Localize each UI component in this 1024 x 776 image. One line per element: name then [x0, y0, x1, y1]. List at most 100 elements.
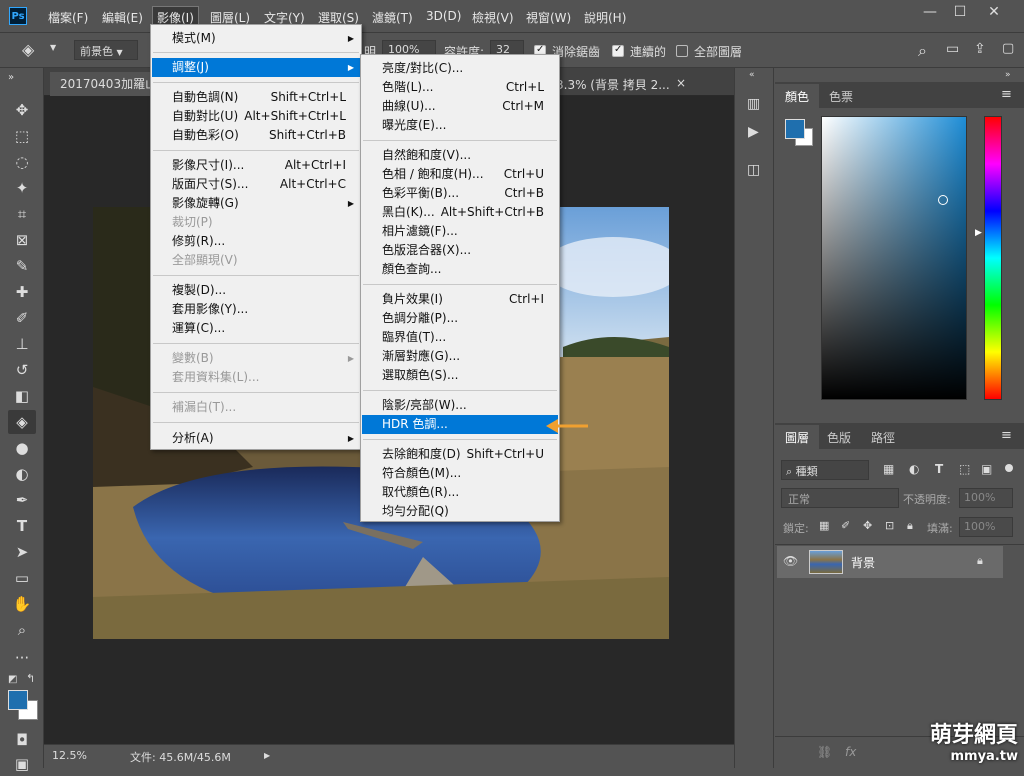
crop-tool-icon[interactable]: ⌗ — [8, 202, 36, 226]
collapse-icon[interactable]: » — [1005, 70, 1011, 80]
zoom-level[interactable]: 12.5% — [52, 749, 87, 762]
menu-item-channel-mixer[interactable]: 色版混合器(X)... — [362, 241, 558, 260]
menu-3d[interactable]: 3D(D) — [422, 7, 465, 25]
actions-panel-icon[interactable]: ▶ — [748, 124, 759, 140]
lock-image-icon[interactable]: ✐ — [841, 519, 850, 532]
layer-kind-filter[interactable]: ⌕ 種類 — [781, 460, 869, 480]
menu-item-color-balance[interactable]: 色彩平衡(B)... Ctrl+B — [362, 184, 558, 203]
menu-item-gradient-map[interactable]: 漸層對應(G)... — [362, 347, 558, 366]
history-panel-icon[interactable]: ▥ — [747, 96, 760, 112]
menu-item-apply-image[interactable]: 套用影像(Y)... — [152, 300, 360, 319]
menu-item-posterize[interactable]: 色調分離(P)... — [362, 309, 558, 328]
brush-tool-icon[interactable]: ✐ — [8, 306, 36, 330]
frame-tool-icon[interactable]: ⊠ — [8, 228, 36, 252]
menu-item-photo-filter[interactable]: 相片濾鏡(F)... — [362, 222, 558, 241]
menu-filter[interactable]: 濾鏡(T) — [368, 7, 417, 28]
healing-brush-icon[interactable]: ✚ — [8, 280, 36, 304]
more-tools-icon[interactable]: ··· — [8, 646, 36, 670]
menu-item-color-lookup[interactable]: 顏色查詢... — [362, 260, 558, 279]
menu-window[interactable]: 視窗(W) — [522, 7, 575, 28]
path-select-icon[interactable]: ➤ — [8, 540, 36, 564]
menu-item-analysis[interactable]: 分析(A) ▶ — [152, 429, 360, 448]
marquee-tool-icon[interactable]: ⬚ — [8, 124, 36, 148]
magic-wand-icon[interactable]: ✦ — [8, 176, 36, 200]
layer-name[interactable]: 背景 — [851, 554, 875, 571]
history-brush-icon[interactable]: ↺ — [8, 358, 36, 382]
layer-row-background[interactable]: 👁︎ 背景 🔒︎ — [777, 546, 1003, 578]
blur-tool-icon[interactable]: ● — [8, 436, 36, 460]
menu-item-threshold[interactable]: 臨界值(T)... — [362, 328, 558, 347]
menu-item-exposure[interactable]: 曝光度(E)... — [362, 116, 558, 135]
restore-button[interactable]: ☐ — [948, 3, 972, 21]
all-layers-checkbox[interactable] — [676, 45, 688, 57]
stamp-tool-icon[interactable]: ⊥ — [8, 332, 36, 356]
panel-menu-icon[interactable]: ≡ — [1001, 428, 1012, 443]
menu-item-invert[interactable]: 負片效果(I) Ctrl+I — [362, 290, 558, 309]
swap-colors-icon[interactable]: ↰ — [26, 672, 35, 685]
menu-edit[interactable]: 編輯(E) — [98, 7, 147, 28]
fill-input[interactable]: 100% — [959, 517, 1013, 537]
menu-item-trim[interactable]: 修剪(R)... — [152, 232, 360, 251]
status-arrow-icon[interactable]: ▶ — [264, 751, 270, 760]
paint-bucket-tool-icon[interactable]: ◈ — [8, 410, 36, 434]
menu-item-desaturate[interactable]: 去除飽和度(D) Shift+Ctrl+U — [362, 445, 558, 464]
tab-swatches[interactable]: 色票 — [819, 84, 863, 109]
pixel-filter-icon[interactable]: ▦ — [883, 462, 894, 476]
visibility-eye-icon[interactable]: 👁︎ — [783, 554, 798, 568]
menu-item-equalize[interactable]: 均勻分配(Q) — [362, 502, 558, 521]
lock-all-icon[interactable]: 🔒︎ — [907, 519, 913, 533]
collapse-icon[interactable]: « — [749, 70, 755, 80]
filter-toggle[interactable] — [1005, 464, 1013, 472]
adjustment-filter-icon[interactable]: ◐ — [909, 462, 919, 476]
minimize-button[interactable]: — — [918, 3, 942, 21]
lock-position-icon[interactable]: ✥ — [863, 519, 872, 532]
lock-artboard-icon[interactable]: ⊡ — [885, 519, 894, 532]
menu-item-shadows-highlights[interactable]: 陰影/亮部(W)... — [362, 396, 558, 415]
menu-item-hdr-toning[interactable]: HDR 色調... — [362, 415, 558, 434]
menu-item-canvas-size[interactable]: 版面尺寸(S)... Alt+Ctrl+C — [152, 175, 360, 194]
lasso-tool-icon[interactable]: ◌ — [8, 150, 36, 174]
lock-transparent-icon[interactable]: ▦ — [819, 519, 829, 532]
menu-item-selective-color[interactable]: 選取顏色(S)... — [362, 366, 558, 385]
dodge-tool-icon[interactable]: ◐ — [8, 462, 36, 486]
link-layers-icon[interactable]: ⛓︎ — [817, 745, 832, 759]
workspace-icon[interactable]: ▭ — [946, 41, 959, 57]
menu-item-levels[interactable]: 色階(L)... Ctrl+L — [362, 78, 558, 97]
menu-item-auto-tone[interactable]: 自動色調(N) Shift+Ctrl+L — [152, 88, 360, 107]
zoom-tool-icon[interactable]: ⌕ — [8, 618, 36, 642]
menu-item-auto-color[interactable]: 自動色彩(O) Shift+Ctrl+B — [152, 126, 360, 145]
blend-mode-select[interactable]: 正常 — [781, 488, 899, 508]
default-colors-icon[interactable]: ◩ — [8, 674, 17, 685]
share-icon[interactable]: ⇪ — [974, 41, 986, 57]
libraries-panel-icon[interactable]: ◫ — [747, 162, 760, 178]
menu-item-image-rotation[interactable]: 影像旋轉(G) ▶ — [152, 194, 360, 213]
menu-item-mode[interactable]: 模式(M) ▶ — [152, 29, 360, 48]
layer-opacity-input[interactable]: 100% — [959, 488, 1013, 508]
panel-menu-icon[interactable]: ≡ — [1001, 87, 1012, 102]
menu-item-hue-saturation[interactable]: 色相 / 飽和度(H)... Ctrl+U — [362, 165, 558, 184]
eraser-tool-icon[interactable]: ◧ — [8, 384, 36, 408]
tab-channels[interactable]: 色版 — [817, 425, 861, 450]
quick-mask-icon[interactable]: ◘ — [8, 728, 36, 752]
menu-item-replace-color[interactable]: 取代顏色(R)... — [362, 483, 558, 502]
collapse-icon[interactable]: » — [8, 72, 14, 83]
color-field[interactable] — [821, 116, 967, 400]
move-tool-icon[interactable]: ✥ — [8, 98, 36, 122]
menu-help[interactable]: 說明(H) — [580, 7, 630, 28]
paint-bucket-icon[interactable]: ◈ — [22, 40, 34, 59]
menu-item-adjustments[interactable]: 調整(J) ▶ — [152, 58, 360, 77]
close-tab-icon[interactable]: × — [676, 76, 686, 90]
type-filter-icon[interactable]: T — [935, 462, 943, 476]
chevron-down-icon[interactable]: ▼ — [50, 43, 56, 52]
tab-layers[interactable]: 圖層 — [775, 425, 820, 450]
menu-item-match-color[interactable]: 符合顏色(M)... — [362, 464, 558, 483]
fill-source-select[interactable]: 前景色 ▼ — [74, 40, 138, 60]
menu-view[interactable]: 檢視(V) — [468, 7, 518, 28]
hue-slider[interactable] — [984, 116, 1002, 400]
search-icon[interactable]: ⌕ — [918, 41, 927, 61]
menu-item-curves[interactable]: 曲線(U)... Ctrl+M — [362, 97, 558, 116]
foreground-swatch[interactable] — [785, 119, 805, 139]
type-tool-icon[interactable]: T — [8, 514, 36, 538]
eyedropper-icon[interactable]: ✎ — [8, 254, 36, 278]
smart-object-filter-icon[interactable]: ▣ — [981, 462, 992, 476]
